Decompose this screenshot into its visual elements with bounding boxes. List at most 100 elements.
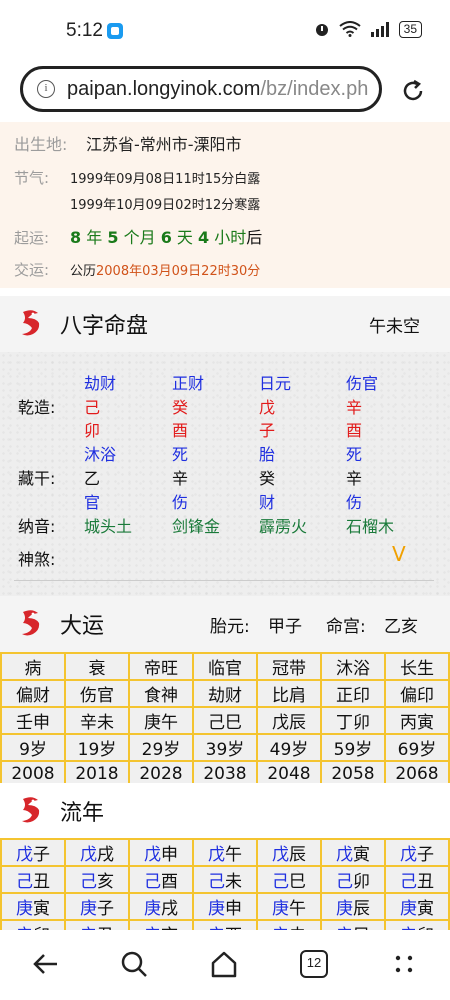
dayun-cell[interactable]: 帝旺 (128, 652, 194, 681)
liunian-cell[interactable]: 己酉 (128, 865, 194, 894)
liunian-cell[interactable]: 庚寅 (0, 892, 66, 921)
pillar-month-zhi: 酉 (172, 421, 189, 440)
birthplace-value: 江苏省-常州市-溧阳市 (86, 135, 242, 154)
dayun-cell[interactable]: 衰 (64, 652, 130, 681)
dayun-row: 病衰帝旺 临官 冠带 沐浴 长生 (0, 652, 450, 681)
dayun-cell[interactable]: 比肩 (256, 679, 322, 708)
liunian-gan: 己 (272, 872, 289, 892)
liunian-gan: 戊 (400, 845, 417, 865)
dayun-table: 病衰帝旺 临官 冠带 沐浴 长生 偏财 伤官 食神 劫财 比肩 正印 偏印 壬申 辛未 庚午 己巳 戊辰 丁卯 丙寅… (0, 652, 450, 788)
liunian-cell[interactable]: 庚寅 (384, 892, 450, 921)
liunian-zhi: 申 (161, 845, 178, 865)
dayun-cell[interactable]: 丁卯 (320, 706, 386, 735)
status-bar: 5:12 35 (0, 0, 450, 60)
jieqi-line-2: 1999年10月09日02时12分寒露 (70, 198, 261, 213)
dayun-cell[interactable]: 戊辰 (256, 706, 322, 735)
liunian-cell[interactable]: 庚辰 (320, 892, 386, 921)
pillar-month-shishen: 正财 (172, 374, 205, 393)
dayun-cell[interactable]: 丙寅 (384, 706, 450, 735)
kongwang-value: 午未空 (369, 317, 420, 337)
canggan-label: 藏干: (18, 469, 56, 488)
reload-icon[interactable] (400, 78, 426, 104)
dayun-cell[interactable]: 偏财 (0, 679, 66, 708)
dayun-row: 壬申 辛未 庚午 己巳 戊辰 丁卯 丙寅 (0, 706, 450, 735)
dayun-cell[interactable]: 9岁 (0, 733, 66, 762)
liunian-cell[interactable]: 戊寅 (320, 838, 386, 867)
liunian-cell[interactable]: 戊申 (128, 838, 194, 867)
liunian-zhi: 午 (289, 899, 306, 919)
liunian-cell[interactable]: 己亥 (64, 865, 130, 894)
bazi-chart: 乾造: 藏干: 纳音: 神煞: 劫财 己 卯 沐浴 乙 官 城头土 正财 癸 酉… (0, 352, 450, 598)
dayun-cell[interactable]: 劫财 (192, 679, 258, 708)
dayun-cell[interactable]: 食神 (128, 679, 194, 708)
jieqi-label: 节气: (14, 169, 50, 187)
liunian-zhi: 申 (225, 899, 242, 919)
liunian-cell[interactable]: 戊辰 (256, 838, 322, 867)
liunian-zhi: 子 (417, 845, 434, 865)
dayun-cell[interactable]: 庚午 (128, 706, 194, 735)
tabs-count-button[interactable]: 12 (300, 950, 328, 978)
url-bar[interactable]: i paipan.longyinok.com/bz/index.ph (20, 66, 382, 112)
liunian-gan: 庚 (272, 899, 289, 919)
pillar-month-canggan: 辛 (172, 469, 189, 488)
app-notification-icon (107, 23, 123, 39)
dayun-cell[interactable]: 29岁 (128, 733, 194, 762)
alarm-icon (315, 24, 328, 36)
liunian-cell[interactable]: 庚子 (64, 892, 130, 921)
liunian-gan: 己 (336, 872, 353, 892)
dayun-cell[interactable]: 冠带 (256, 652, 322, 681)
pillar-day-shishen: 日元 (259, 374, 292, 393)
jiaoyun-value: 公历2008年03月09日22时30分 (70, 264, 261, 279)
dayun-cell[interactable]: 49岁 (256, 733, 322, 762)
liunian-cell[interactable]: 己巳 (256, 865, 322, 894)
liunian-cell[interactable]: 戊午 (192, 838, 258, 867)
liunian-gan: 庚 (80, 899, 97, 919)
pillar-year-nayin: 城头土 (84, 517, 133, 536)
liunian-cell[interactable]: 己未 (192, 865, 258, 894)
search-icon[interactable] (118, 948, 150, 980)
liunian-cell[interactable]: 庚申 (192, 892, 258, 921)
liunian-cell[interactable]: 庚戌 (128, 892, 194, 921)
liunian-gan: 己 (208, 872, 225, 892)
liunian-cell[interactable]: 戊子 (384, 838, 450, 867)
dayun-cell[interactable]: 己巳 (192, 706, 258, 735)
pillar-year-shishen: 劫财 (84, 374, 117, 393)
browser-bottom-nav: 12 (0, 930, 450, 1000)
dayun-cell[interactable]: 19岁 (64, 733, 130, 762)
dayun-cell[interactable]: 壬申 (0, 706, 66, 735)
liunian-zhi: 未 (225, 872, 242, 892)
dayun-cell[interactable]: 69岁 (384, 733, 450, 762)
dayun-cell[interactable]: 长生 (384, 652, 450, 681)
dragon-logo-icon (22, 310, 40, 336)
dayun-cell[interactable]: 病 (0, 652, 66, 681)
dayun-cell[interactable]: 沐浴 (320, 652, 386, 681)
liunian-cell[interactable]: 庚午 (256, 892, 322, 921)
liunian-cell[interactable]: 己卯 (320, 865, 386, 894)
shensha-expand-toggle[interactable]: V (392, 542, 406, 566)
home-icon[interactable] (208, 948, 240, 980)
liunian-cell[interactable]: 戊子 (0, 838, 66, 867)
liunian-gan: 戊 (272, 845, 289, 865)
dayun-cell[interactable]: 偏印 (384, 679, 450, 708)
site-info-icon[interactable]: i (37, 80, 55, 98)
pillar-hour-nayin: 石榴木 (346, 517, 395, 536)
liunian-cell[interactable]: 己丑 (384, 865, 450, 894)
more-menu-icon[interactable] (388, 948, 420, 980)
liunian-zhi: 酉 (161, 872, 178, 892)
status-time: 5:12 (66, 20, 103, 41)
dayun-cell[interactable]: 59岁 (320, 733, 386, 762)
liunian-cell[interactable]: 己丑 (0, 865, 66, 894)
dayun-cell[interactable]: 伤官 (64, 679, 130, 708)
back-arrow-icon[interactable] (30, 948, 62, 980)
liunian-cell[interactable]: 戊戌 (64, 838, 130, 867)
jiaoyun-label: 交运: (14, 261, 50, 279)
dayun-cell[interactable]: 辛未 (64, 706, 130, 735)
pillar-day-canggan-shishen: 财 (259, 493, 276, 512)
dayun-cell[interactable]: 临官 (192, 652, 258, 681)
dayun-cell[interactable]: 正印 (320, 679, 386, 708)
pillar-day-canggan: 癸 (259, 469, 276, 488)
pillar-month-nayin: 剑锋金 (172, 517, 221, 536)
liunian-row: 己丑 己亥 己酉 己未 己巳 己卯 己丑 (0, 865, 450, 894)
pillar-year-canggan: 乙 (84, 469, 101, 488)
dayun-cell[interactable]: 39岁 (192, 733, 258, 762)
